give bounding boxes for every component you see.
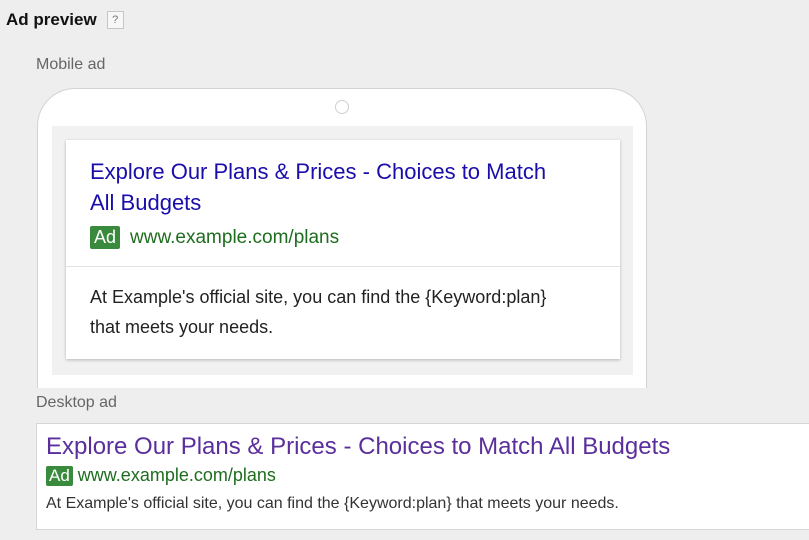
desktop-ad-display-url: www.example.com/plans bbox=[77, 465, 276, 485]
mobile-ad-url-row: Ad www.example.com/plans bbox=[90, 226, 339, 249]
desktop-ad-description: At Example's official site, you can find… bbox=[46, 495, 619, 512]
desktop-ad-url-row: Ad www.example.com/plans bbox=[46, 465, 276, 486]
mobile-ad-headline[interactable]: Explore Our Plans & Prices - Choices to … bbox=[90, 156, 560, 218]
phone-screen: Explore Our Plans & Prices - Choices to … bbox=[52, 126, 633, 375]
ad-preview-header: Ad preview ? bbox=[6, 10, 124, 30]
phone-camera-icon bbox=[335, 100, 349, 114]
phone-frame: Explore Our Plans & Prices - Choices to … bbox=[37, 88, 647, 388]
help-icon[interactable]: ? bbox=[106, 11, 124, 29]
ad-badge: Ad bbox=[46, 465, 73, 486]
divider bbox=[66, 266, 620, 267]
desktop-ad-headline[interactable]: Explore Our Plans & Prices - Choices to … bbox=[46, 433, 670, 461]
mobile-ad-label: Mobile ad bbox=[36, 56, 106, 73]
desktop-ad-label: Desktop ad bbox=[36, 394, 117, 411]
ad-badge: Ad bbox=[90, 226, 121, 249]
mobile-ad-card: Explore Our Plans & Prices - Choices to … bbox=[66, 140, 620, 359]
mobile-ad-description: At Example's official site, you can find… bbox=[90, 287, 547, 337]
desktop-ad-preview: Explore Our Plans & Prices - Choices to … bbox=[36, 423, 809, 530]
mobile-ad-display-url: www.example.com/plans bbox=[130, 226, 340, 248]
page-title: Ad preview bbox=[6, 10, 97, 29]
